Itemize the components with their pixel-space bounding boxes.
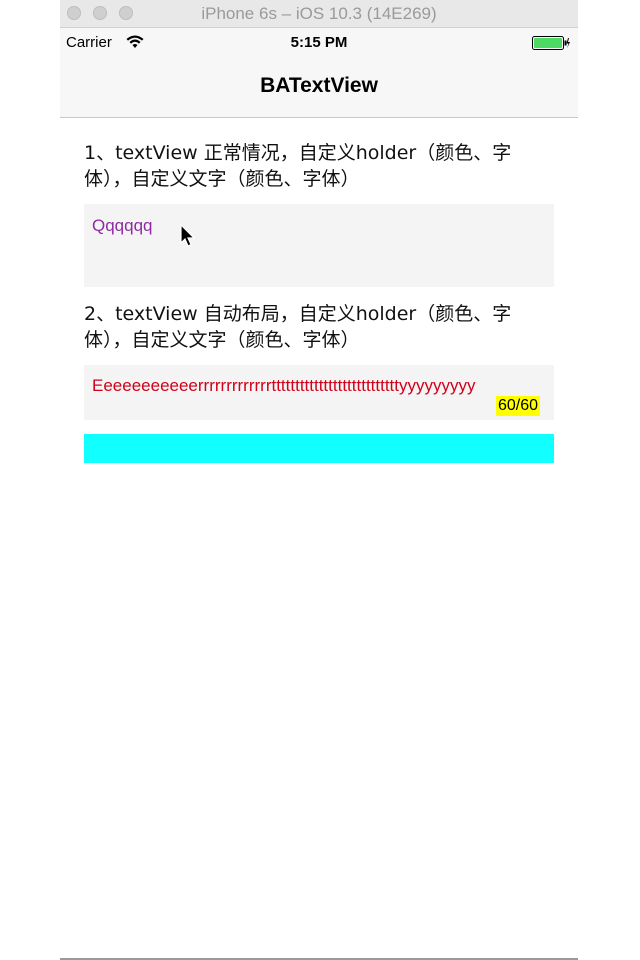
status-time: 5:15 PM [290,34,348,51]
status-bar: Carrier 5:15 PM [60,28,578,58]
section1-text: Qqqqqq [92,216,153,235]
phone-screen: Carrier 5:15 PM BATextView 1、textView 正常… [60,28,578,960]
simulator-title: iPhone 6s – iOS 10.3 (14E269) [201,4,437,23]
section1-textview[interactable]: Qqqqqq [84,204,554,287]
section2-text: Eeeeeeeeeeerrrrrrrrrrrrrtttttttttttttttt… [92,376,476,395]
mouse-pointer-icon [180,224,196,247]
section1-label: 1、textView 正常情况，自定义holder（颜色、字体），自定义文字（颜… [84,142,512,190]
character-counter: 60/60 [495,396,540,416]
section2-label: 2、textView 自动布局，自定义holder（颜色、字体），自定义文字（颜… [84,303,512,351]
section2-textview[interactable]: Eeeeeeeeeeerrrrrrrrrrrrrtttttttttttttttt… [84,365,554,420]
navigation-bar: BATextView [60,58,578,118]
cyan-view [84,434,554,463]
nav-title: BATextView [260,74,378,97]
simulator-titlebar: iPhone 6s – iOS 10.3 (14E269) [60,0,578,28]
battery-icon [532,36,570,50]
